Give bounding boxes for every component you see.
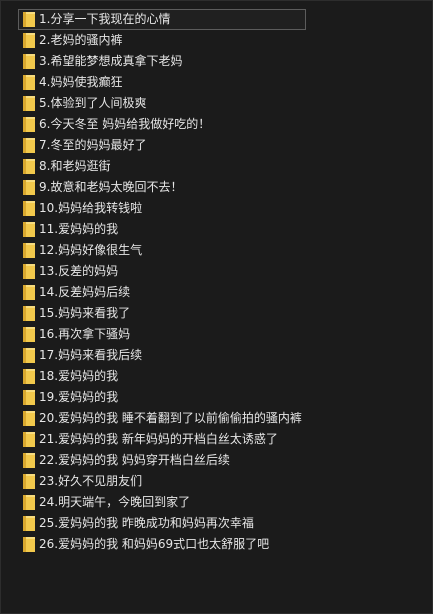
folder-icon bbox=[23, 33, 35, 48]
folder-item[interactable]: 21.爱妈妈的我 新年妈妈的开档白丝太诱惑了 bbox=[18, 429, 428, 450]
folder-icon bbox=[23, 432, 35, 447]
folder-item[interactable]: 4.妈妈使我癫狂 bbox=[18, 72, 428, 93]
folder-item[interactable]: 13.反差的妈妈 bbox=[18, 261, 428, 282]
folder-icon bbox=[23, 138, 35, 153]
folder-item[interactable]: 6.今天冬至 妈妈给我做好吃的！ bbox=[18, 114, 428, 135]
folder-item[interactable]: 2.老妈的骚内裤 bbox=[18, 30, 428, 51]
folder-icon bbox=[23, 369, 35, 384]
folder-icon bbox=[23, 306, 35, 321]
folder-icon bbox=[23, 390, 35, 405]
folder-item[interactable]: 1.分享一下我现在的心情 bbox=[18, 9, 306, 30]
folder-label: 21.爱妈妈的我 新年妈妈的开档白丝太诱惑了 bbox=[39, 432, 278, 446]
folder-icon bbox=[23, 411, 35, 426]
folder-label: 26.爱妈妈的我 和妈妈69式口也太舒服了吧 bbox=[39, 537, 270, 551]
folder-item[interactable]: 5.体验到了人间极爽 bbox=[18, 93, 428, 114]
folder-item[interactable]: 10.妈妈给我转钱啦 bbox=[18, 198, 428, 219]
folder-icon bbox=[23, 201, 35, 216]
folder-icon bbox=[23, 327, 35, 342]
folder-label: 6.今天冬至 妈妈给我做好吃的！ bbox=[39, 117, 211, 131]
folder-icon bbox=[23, 180, 35, 195]
folder-item[interactable]: 15.妈妈来看我了 bbox=[18, 303, 428, 324]
folder-label: 23.好久不见朋友们 bbox=[39, 474, 143, 488]
folder-label: 14.反差妈妈后续 bbox=[39, 285, 131, 299]
folder-icon bbox=[23, 96, 35, 111]
folder-label: 17.妈妈来看我后续 bbox=[39, 348, 143, 362]
folder-item[interactable]: 11.爱妈妈的我 bbox=[18, 219, 428, 240]
folder-icon bbox=[23, 159, 35, 174]
folder-label: 19.爱妈妈的我 bbox=[39, 390, 119, 404]
folder-item[interactable]: 17.妈妈来看我后续 bbox=[18, 345, 428, 366]
folder-item[interactable]: 26.爱妈妈的我 和妈妈69式口也太舒服了吧 bbox=[18, 534, 428, 555]
folder-item[interactable]: 19.爱妈妈的我 bbox=[18, 387, 428, 408]
folder-label: 2.老妈的骚内裤 bbox=[39, 33, 123, 47]
folder-label: 1.分享一下我现在的心情 bbox=[39, 12, 171, 26]
folder-label: 15.妈妈来看我了 bbox=[39, 306, 131, 320]
folder-item[interactable]: 23.好久不见朋友们 bbox=[18, 471, 428, 492]
folder-label: 5.体验到了人间极爽 bbox=[39, 96, 147, 110]
folder-item[interactable]: 3.希望能梦想成真拿下老妈 bbox=[18, 51, 428, 72]
folder-icon bbox=[23, 516, 35, 531]
folder-icon bbox=[23, 243, 35, 258]
folder-icon bbox=[23, 348, 35, 363]
folder-item[interactable]: 9.故意和老妈太晚回不去！ bbox=[18, 177, 428, 198]
folder-item[interactable]: 22.爱妈妈的我 妈妈穿开档白丝后续 bbox=[18, 450, 428, 471]
folder-item[interactable]: 18.爱妈妈的我 bbox=[18, 366, 428, 387]
folder-icon bbox=[23, 12, 35, 27]
folder-item[interactable]: 16.再次拿下骚妈 bbox=[18, 324, 428, 345]
folder-icon bbox=[23, 75, 35, 90]
folder-label: 20.爱妈妈的我 睡不着翻到了以前偷偷拍的骚内裤 bbox=[39, 411, 302, 425]
folder-icon bbox=[23, 264, 35, 279]
folder-label: 8.和老妈逛街 bbox=[39, 159, 111, 173]
folder-label: 24.明天端午，今晚回到家了 bbox=[39, 495, 191, 509]
folder-icon bbox=[23, 285, 35, 300]
folder-label: 16.再次拿下骚妈 bbox=[39, 327, 131, 341]
folder-label: 9.故意和老妈太晚回不去！ bbox=[39, 180, 183, 194]
file-list-panel: 1.分享一下我现在的心情 2.老妈的骚内裤 3.希望能梦想成真拿下老妈 4.妈妈使我癫… bbox=[0, 0, 433, 614]
folder-label: 13.反差的妈妈 bbox=[39, 264, 119, 278]
folder-label: 7.冬至的妈妈最好了 bbox=[39, 138, 147, 152]
folder-item[interactable]: 14.反差妈妈后续 bbox=[18, 282, 428, 303]
folder-item[interactable]: 7.冬至的妈妈最好了 bbox=[18, 135, 428, 156]
folder-label: 25.爱妈妈的我 昨晚成功和妈妈再次幸福 bbox=[39, 516, 254, 530]
folder-item[interactable]: 25.爱妈妈的我 昨晚成功和妈妈再次幸福 bbox=[18, 513, 428, 534]
folder-label: 10.妈妈给我转钱啦 bbox=[39, 201, 143, 215]
folder-icon bbox=[23, 474, 35, 489]
folder-label: 4.妈妈使我癫狂 bbox=[39, 75, 123, 89]
folder-icon bbox=[23, 495, 35, 510]
folder-icon bbox=[23, 54, 35, 69]
folder-icon bbox=[23, 453, 35, 468]
folder-label: 18.爱妈妈的我 bbox=[39, 369, 119, 383]
folder-label: 11.爱妈妈的我 bbox=[39, 222, 119, 236]
folder-list: 1.分享一下我现在的心情 2.老妈的骚内裤 3.希望能梦想成真拿下老妈 4.妈妈使我癫… bbox=[18, 9, 428, 555]
folder-item[interactable]: 24.明天端午，今晚回到家了 bbox=[18, 492, 428, 513]
folder-label: 12.妈妈好像很生气 bbox=[39, 243, 143, 257]
folder-label: 3.希望能梦想成真拿下老妈 bbox=[39, 54, 183, 68]
folder-icon bbox=[23, 537, 35, 552]
folder-icon bbox=[23, 117, 35, 132]
folder-label: 22.爱妈妈的我 妈妈穿开档白丝后续 bbox=[39, 453, 230, 467]
folder-item[interactable]: 8.和老妈逛街 bbox=[18, 156, 428, 177]
folder-icon bbox=[23, 222, 35, 237]
folder-item[interactable]: 20.爱妈妈的我 睡不着翻到了以前偷偷拍的骚内裤 bbox=[18, 408, 428, 429]
folder-item[interactable]: 12.妈妈好像很生气 bbox=[18, 240, 428, 261]
